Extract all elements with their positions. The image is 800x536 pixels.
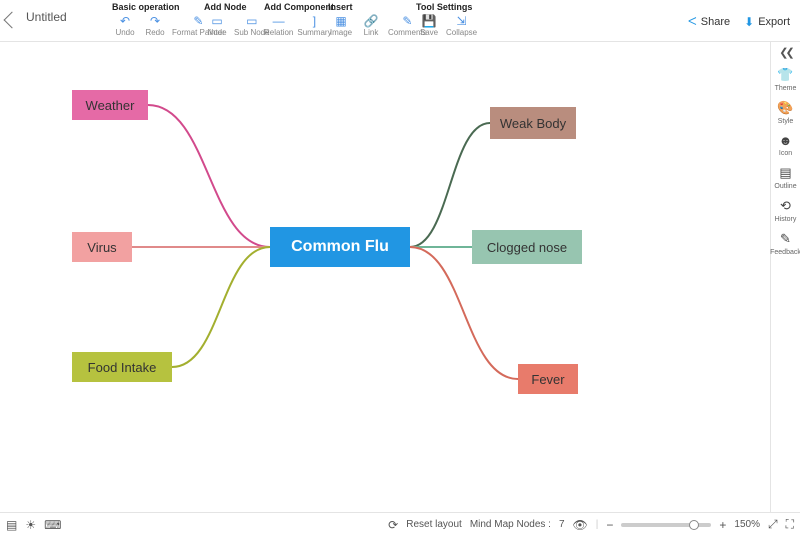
panel-history[interactable]: ⟲ History xyxy=(775,194,797,223)
ribbon-group-addcomp: Add Component —Relation ]Summary xyxy=(264,2,334,37)
node-fever[interactable]: Fever xyxy=(518,364,578,394)
save-icon: 💾 xyxy=(421,14,437,28)
feedback-label: Feedback xyxy=(770,249,800,256)
subnode-icon: ▭ xyxy=(244,14,260,28)
node-icon: ▭ xyxy=(209,14,225,28)
zoom-slider[interactable] xyxy=(621,523,711,527)
zoom-in-button[interactable]: + xyxy=(719,518,726,532)
ribbon-group-insert: Insert ▦Image 🔗Link ✎Comments xyxy=(328,2,427,37)
link-icon: 🔗 xyxy=(363,14,379,28)
summary-label: Summary xyxy=(297,28,331,37)
node-label: Node xyxy=(207,28,226,37)
icon-label: Icon xyxy=(779,150,792,157)
save-label: Save xyxy=(420,28,438,37)
redo-icon: ↷ xyxy=(147,14,163,28)
feedback-icon: ✎ xyxy=(780,231,791,247)
fit-screen-icon[interactable]: ⤢ xyxy=(768,517,778,532)
link-label: Link xyxy=(364,28,379,37)
summary-icon: ] xyxy=(306,14,322,28)
right-panel: ❮❮ 👕 Theme 🎨 Style ☻ Icon ▤ Outline ⟲ History… xyxy=(770,42,800,512)
panel-collapse-button[interactable]: ❮❮ xyxy=(779,46,791,59)
reset-layout-label[interactable]: Reset layout xyxy=(406,519,462,530)
add-summary-button[interactable]: ]Summary xyxy=(297,14,331,37)
mindmap-canvas[interactable]: Common Flu Weather Virus Food Intake Weak Bo… xyxy=(0,42,770,512)
history-label: History xyxy=(775,216,797,223)
ribbon-title-addcomp: Add Component xyxy=(264,2,334,14)
central-node[interactable]: Common Flu xyxy=(270,227,410,267)
share-icon: ⵦ xyxy=(688,14,697,29)
relation-label: Relation xyxy=(264,28,293,37)
theme-label: Theme xyxy=(775,85,797,92)
collapse-button[interactable]: ⇲Collapse xyxy=(446,14,477,37)
panel-icon[interactable]: ☻ Icon xyxy=(779,129,793,157)
undo-label: Undo xyxy=(115,28,134,37)
add-relation-button[interactable]: —Relation xyxy=(264,14,293,37)
image-label: Image xyxy=(330,28,352,37)
image-icon: ▦ xyxy=(333,14,349,28)
reset-layout-icon[interactable]: ⟳ xyxy=(388,518,398,532)
theme-icon: 👕 xyxy=(777,67,793,83)
history-icon: ⟲ xyxy=(780,198,791,214)
panel-outline[interactable]: ▤ Outline xyxy=(774,161,796,190)
nodes-count-label: Mind Map Nodes : xyxy=(470,519,551,530)
top-toolbar: Untitled Basic operation ↶Undo ↷Redo ✎Fo… xyxy=(0,0,800,42)
insert-image-button[interactable]: ▦Image xyxy=(328,14,354,37)
comments-icon: ✎ xyxy=(399,14,415,28)
view-sun-icon[interactable]: ☀ xyxy=(25,518,36,532)
nodes-count-value: 7 xyxy=(559,519,565,530)
connector-fever xyxy=(410,247,518,379)
insert-link-button[interactable]: 🔗Link xyxy=(358,14,384,37)
outline-label: Outline xyxy=(774,183,796,190)
view-list-icon[interactable]: ▤ xyxy=(6,518,17,532)
ribbon-title-insert: Insert xyxy=(328,2,427,14)
save-button[interactable]: 💾Save xyxy=(416,14,442,37)
connector-food xyxy=(172,247,270,367)
panel-style[interactable]: 🎨 Style xyxy=(777,96,793,125)
back-button[interactable] xyxy=(4,12,21,29)
style-icon: 🎨 xyxy=(777,100,793,116)
style-label: Style xyxy=(778,118,794,125)
export-icon: ⬇ xyxy=(744,15,754,29)
document-title[interactable]: Untitled xyxy=(26,10,67,24)
eye-icon[interactable]: 👁 xyxy=(573,518,588,532)
connector-weak xyxy=(410,123,490,247)
export-button[interactable]: ⬇ Export xyxy=(744,14,790,29)
undo-icon: ↶ xyxy=(117,14,133,28)
node-weak[interactable]: Weak Body xyxy=(490,107,576,139)
header-actions: ⵦ Share ⬇ Export xyxy=(688,14,790,29)
ribbon-title-tool: Tool Settings xyxy=(416,2,477,14)
zoom-knob[interactable] xyxy=(689,520,699,530)
outline-icon: ▤ xyxy=(779,165,791,181)
undo-button[interactable]: ↶Undo xyxy=(112,14,138,37)
ribbon-group-tool: Tool Settings 💾Save ⇲Collapse xyxy=(416,2,477,37)
view-keyboard-icon[interactable]: ⌨ xyxy=(44,518,61,532)
share-button[interactable]: ⵦ Share xyxy=(688,14,730,29)
zoom-value: 150% xyxy=(734,519,760,530)
panel-feedback[interactable]: ✎ Feedback xyxy=(770,227,800,256)
node-virus[interactable]: Virus xyxy=(72,232,132,262)
status-bar: ▤ ☀ ⌨ ⟳ Reset layout Mind Map Nodes : 7 … xyxy=(0,512,800,536)
relation-icon: — xyxy=(271,14,287,28)
ribbon-group-addnode: Add Node ▭Node ▭Sub Node xyxy=(204,2,270,37)
node-weather[interactable]: Weather xyxy=(72,90,148,120)
node-food[interactable]: Food Intake xyxy=(72,352,172,382)
connector-weather xyxy=(148,105,270,247)
fullscreen-icon[interactable]: ⛶ xyxy=(786,517,794,532)
node-clogged[interactable]: Clogged nose xyxy=(472,230,582,264)
add-node-button[interactable]: ▭Node xyxy=(204,14,230,37)
ribbon-title-addnode: Add Node xyxy=(204,2,270,14)
collapse-icon: ⇲ xyxy=(454,14,470,28)
redo-button[interactable]: ↷Redo xyxy=(142,14,168,37)
share-label: Share xyxy=(701,16,730,28)
export-label: Export xyxy=(758,16,790,28)
zoom-out-button[interactable]: − xyxy=(606,518,613,532)
icon-icon: ☻ xyxy=(779,133,793,148)
redo-label: Redo xyxy=(145,28,164,37)
panel-theme[interactable]: 👕 Theme xyxy=(775,63,797,92)
collapse-label: Collapse xyxy=(446,28,477,37)
